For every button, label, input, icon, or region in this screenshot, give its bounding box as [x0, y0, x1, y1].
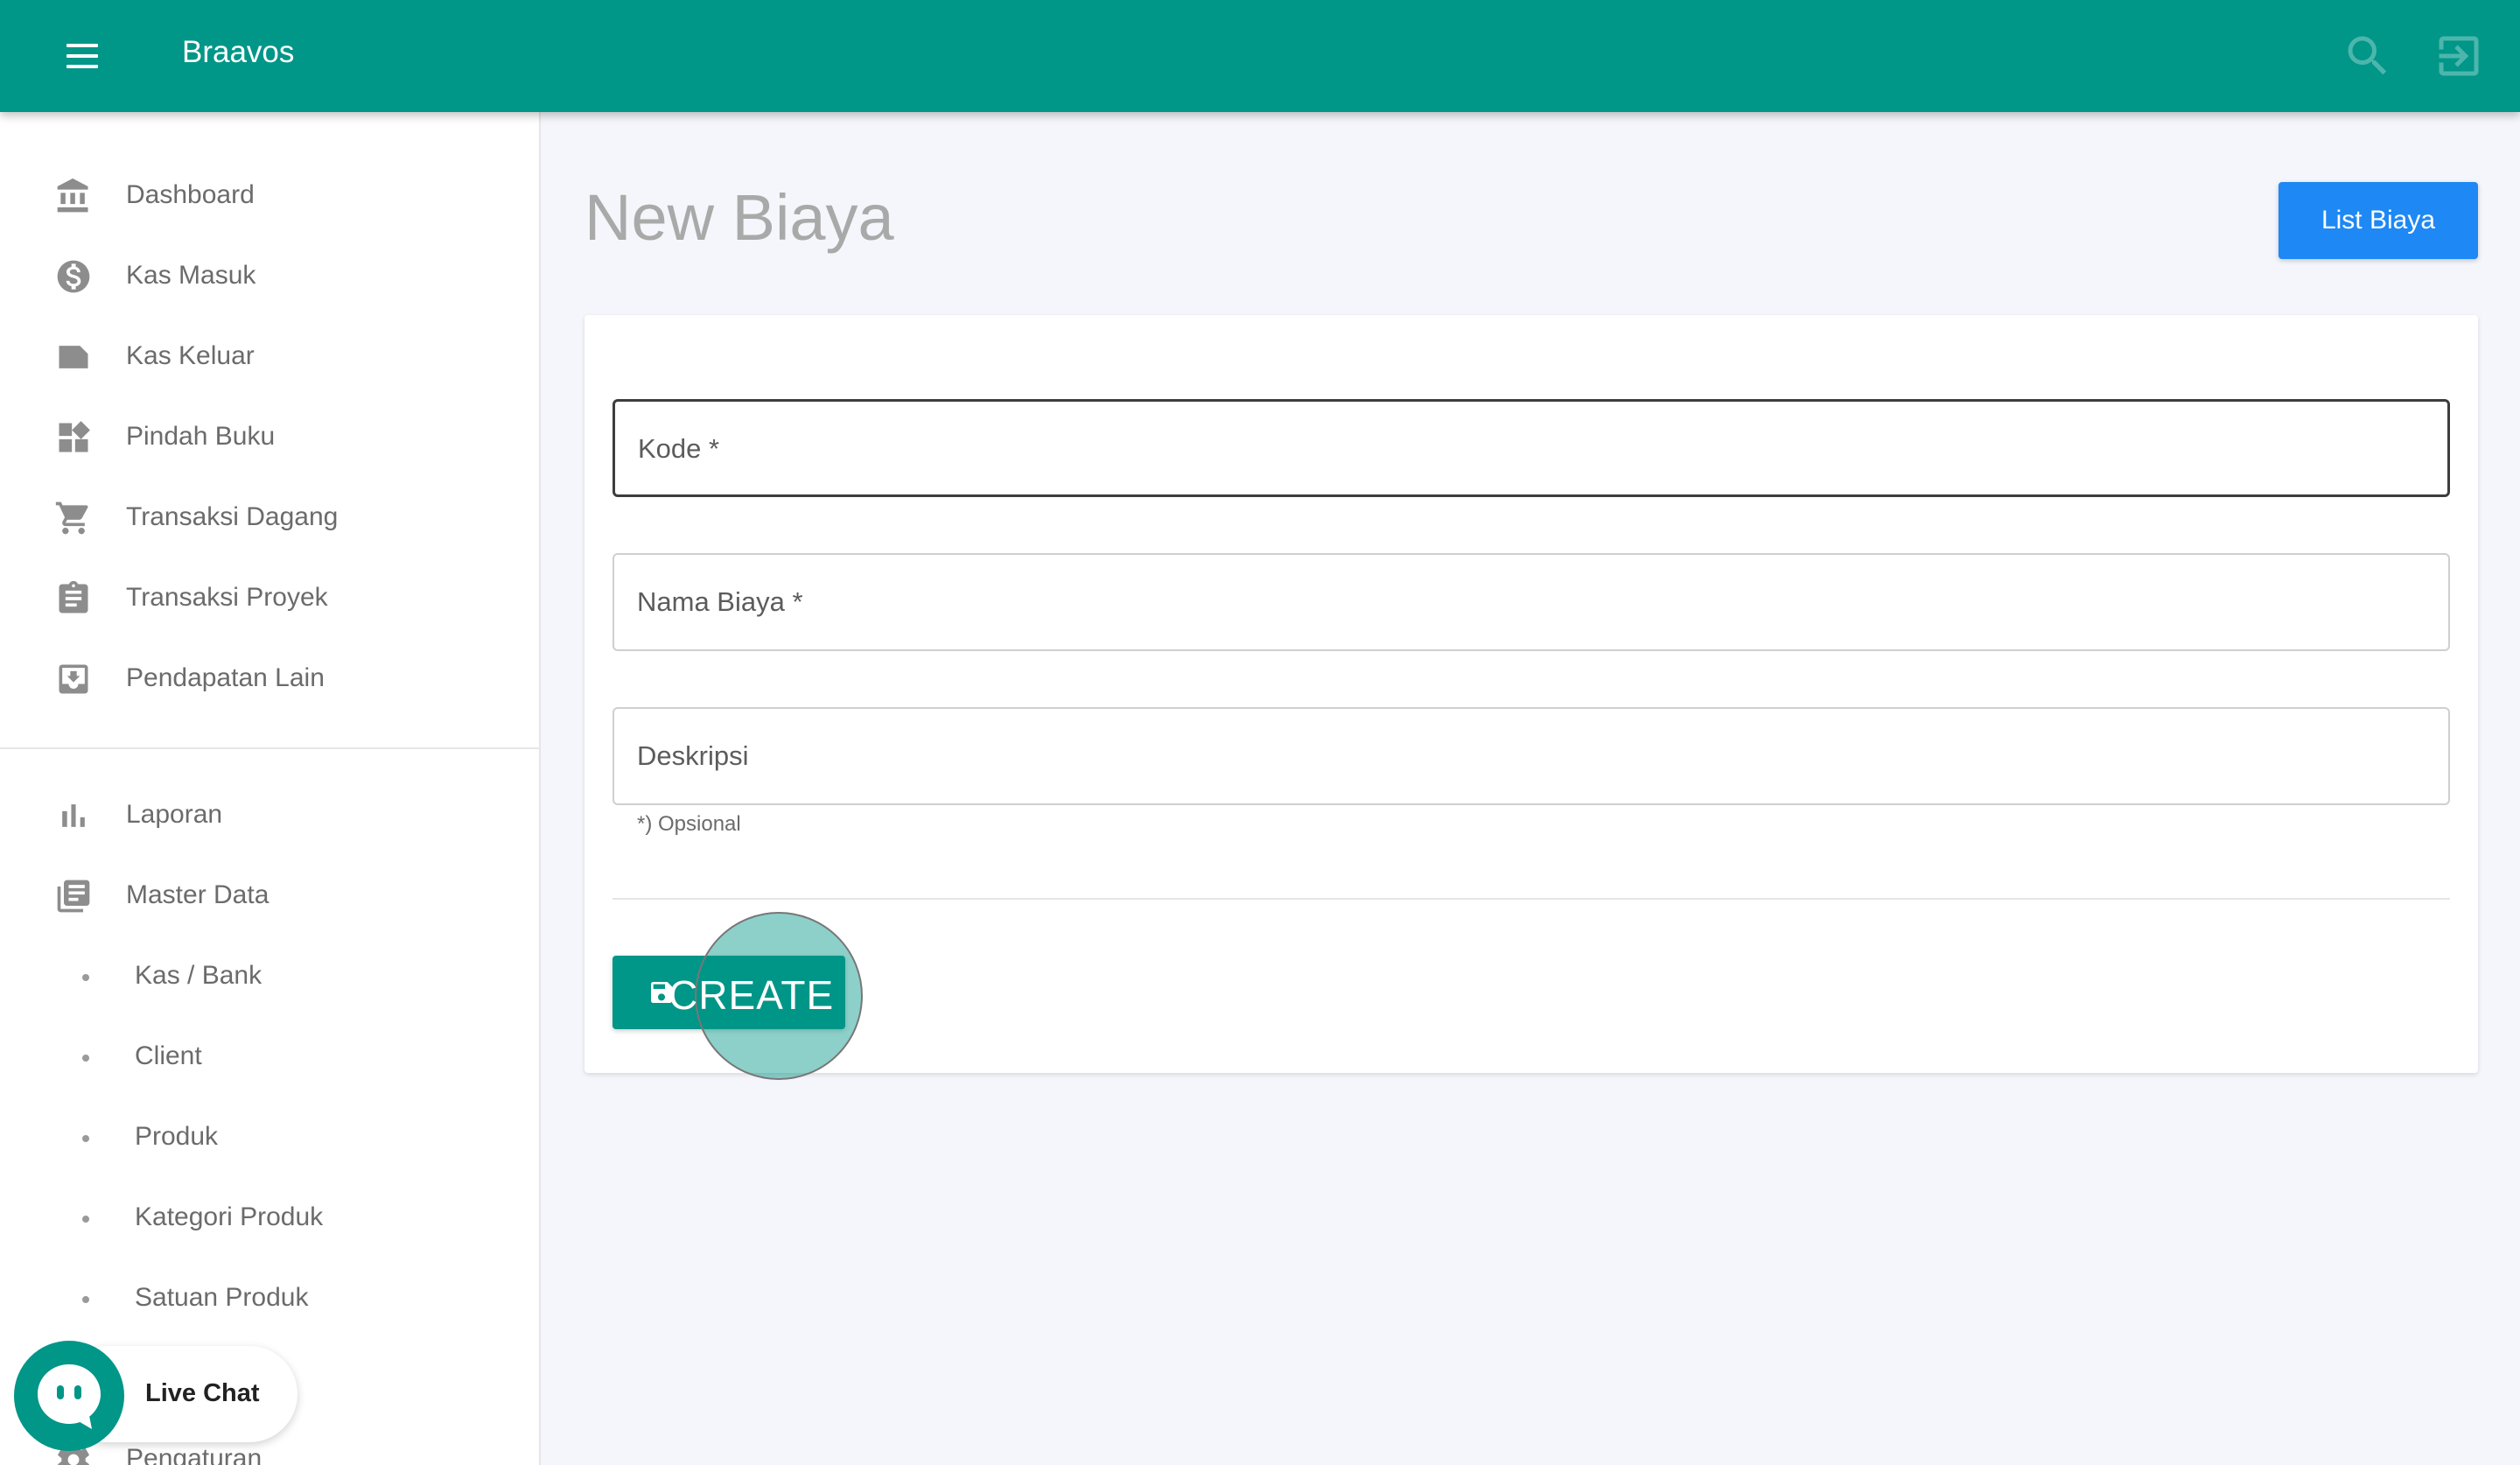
sidebar-subitem-satuan-produk[interactable]: Satuan Produk [0, 1264, 539, 1334]
sidebar-item-dashboard[interactable]: Dashboard [0, 161, 539, 231]
page-title: New Biaya [584, 181, 894, 254]
exit-icon[interactable] [2432, 30, 2485, 82]
cart-icon [54, 499, 93, 537]
live-chat-label: Live Chat [145, 1379, 260, 1407]
sidebar-item-pindah-buku[interactable]: Pindah Buku [0, 403, 539, 473]
sidebar-item-transaksi-proyek[interactable]: Transaksi Proyek [0, 564, 539, 634]
app-title: Braavos [182, 35, 295, 69]
sidebar-subitem-produk[interactable]: Produk [0, 1103, 539, 1173]
form-divider [612, 898, 2450, 900]
sidebar-divider [0, 747, 539, 749]
bullet-icon [82, 1296, 89, 1303]
bar-chart-icon [54, 796, 93, 835]
sidebar-item-kas-keluar[interactable]: Kas Keluar [0, 322, 539, 392]
kode-field[interactable]: Kode * [612, 399, 2450, 497]
kode-label: Kode * [638, 433, 720, 464]
search-icon[interactable] [2342, 30, 2394, 82]
sidebar-item-kas-masuk[interactable]: Kas Masuk [0, 242, 539, 312]
optional-hint: *) Opsional [637, 812, 741, 836]
sidebar-subitem-client[interactable]: Client [0, 1022, 539, 1092]
bullet-icon [82, 1055, 89, 1062]
bullet-icon [82, 1216, 89, 1223]
bullet-icon [82, 1135, 89, 1142]
app-bar: Braavos [0, 0, 2520, 112]
live-chat-widget[interactable]: Live Chat [14, 1341, 299, 1451]
sidebar-subitem-kategori-produk[interactable]: Kategori Produk [0, 1183, 539, 1253]
list-biaya-button[interactable]: List Biaya [2278, 182, 2478, 259]
sidebar-item-laporan[interactable]: Laporan [0, 781, 539, 851]
widgets-icon [54, 418, 93, 457]
label-icon [54, 338, 93, 376]
sidebar-subitem-kas-bank[interactable]: Kas / Bank [0, 942, 539, 1012]
library-books-icon [54, 877, 93, 915]
menu-icon[interactable] [56, 30, 108, 82]
sidebar-item-master-data[interactable]: Master Data [0, 861, 539, 931]
dollar-circle-icon [54, 257, 93, 296]
chat-bubble-icon[interactable] [14, 1341, 124, 1451]
nama-biaya-label: Nama Biaya * [637, 586, 803, 617]
inbox-icon [54, 660, 93, 698]
bank-icon [54, 177, 93, 215]
clipboard-icon [54, 579, 93, 618]
sidebar-item-pendapatan-lain[interactable]: Pendapatan Lain [0, 644, 539, 714]
sidebar: Dashboard Kas Masuk Kas Keluar Pindah Bu… [0, 112, 541, 1465]
sidebar-item-transaksi-dagang[interactable]: Transaksi Dagang [0, 483, 539, 553]
deskripsi-label: Deskripsi [637, 740, 749, 771]
nama-biaya-field[interactable]: Nama Biaya * [612, 553, 2450, 651]
create-button-label: CREATE [668, 972, 835, 1018]
deskripsi-field[interactable]: Deskripsi [612, 707, 2450, 805]
form-card: Kode * Nama Biaya * Deskripsi *) Opsiona… [584, 315, 2478, 1080]
create-button[interactable]: CREATE [612, 912, 863, 1080]
bullet-icon [82, 974, 89, 981]
